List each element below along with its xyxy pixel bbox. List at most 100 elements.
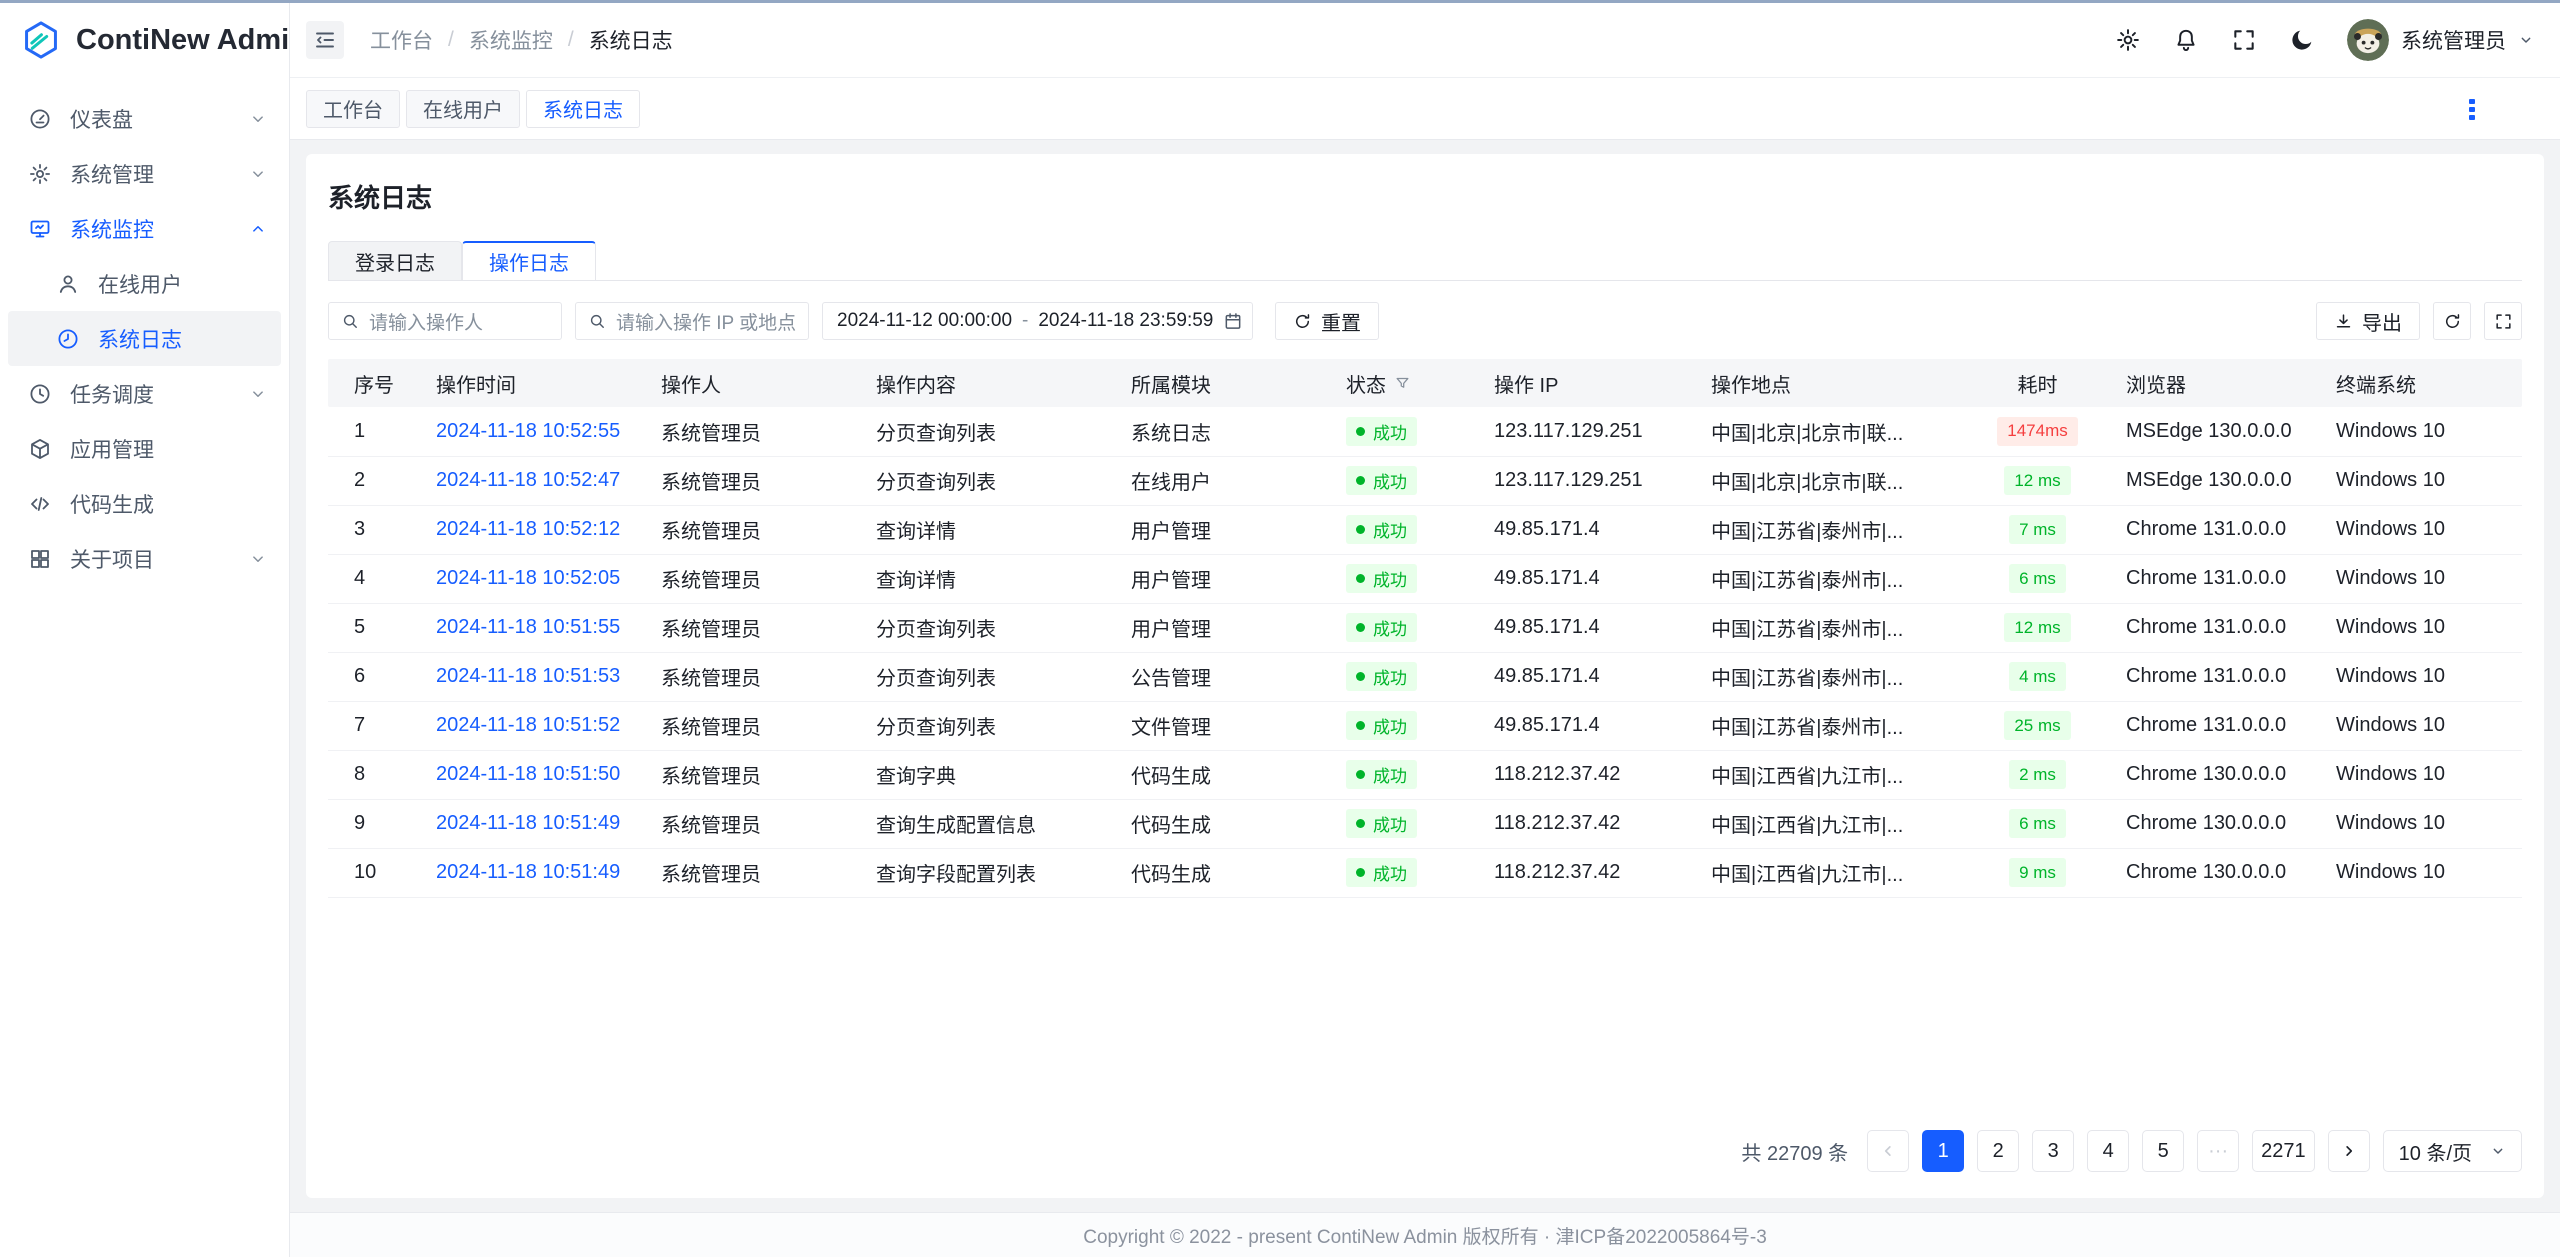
cell-ip: 49.85.171.4 — [1478, 603, 1695, 652]
date-range-picker[interactable]: 2024-11-12 00:00:00 - 2024-11-18 23:59:5… — [822, 302, 1253, 340]
page-size-value: 10 条/页 — [2399, 1137, 2472, 1166]
refresh-table-button[interactable] — [2433, 302, 2471, 340]
dark-mode-moon-icon[interactable] — [2289, 27, 2315, 53]
user-icon — [56, 272, 80, 296]
page-number-button[interactable]: 1 — [1922, 1130, 1964, 1172]
sidebar-item-about-project[interactable]: 关于项目 — [8, 531, 281, 586]
breadcrumb-item[interactable]: 工作台 — [370, 25, 433, 55]
duration-badge: 1474ms — [1997, 417, 2077, 446]
operator-search-input[interactable]: 请输入操作人 — [328, 302, 562, 340]
opened-tab[interactable]: 在线用户 — [406, 90, 520, 128]
next-page-button[interactable] — [2328, 1130, 2370, 1172]
status-badge: 成功 — [1346, 809, 1417, 838]
menu-fold-icon — [313, 28, 337, 52]
expand-icon — [2494, 312, 2513, 331]
pagination: 共 22709 条 12345 ··· 2271 10 条/页 — [328, 1104, 2522, 1180]
status-filter-funnel-icon[interactable] — [1394, 375, 1411, 392]
cell-operator: 系统管理员 — [645, 407, 860, 456]
log-tab[interactable]: 操作日志 — [462, 241, 596, 281]
time-link[interactable]: 2024-11-18 10:51:50 — [436, 763, 620, 785]
app-logo[interactable]: ContiNew Admin — [0, 3, 289, 77]
page-number-button[interactable]: 2 — [1977, 1130, 2019, 1172]
time-link[interactable]: 2024-11-18 10:51:52 — [436, 714, 620, 736]
cell-content: 查询生成配置信息 — [860, 799, 1115, 848]
table-fullscreen-button[interactable] — [2484, 302, 2522, 340]
log-tab[interactable]: 登录日志 — [328, 241, 462, 281]
cell-location: 中国|北京|北京市|联... — [1695, 456, 1965, 505]
cell-operator: 系统管理员 — [645, 603, 860, 652]
cell-ip: 49.85.171.4 — [1478, 652, 1695, 701]
duration-badge: 25 ms — [2004, 711, 2070, 740]
ip-search-input[interactable]: 请输入操作 IP 或地点 — [575, 302, 809, 340]
time-link[interactable]: 2024-11-18 10:51:55 — [436, 616, 620, 638]
notifications-bell-icon[interactable] — [2173, 27, 2199, 53]
sidebar-item-system-logs[interactable]: 系统日志 — [8, 311, 281, 366]
tabs-more-icon[interactable] — [2462, 96, 2482, 122]
status-dot — [1356, 770, 1365, 779]
fullscreen-icon[interactable] — [2231, 27, 2257, 53]
user-menu[interactable]: 系统管理员 — [2347, 19, 2534, 61]
page-number-button[interactable]: 3 — [2032, 1130, 2074, 1172]
cell-ip: 49.85.171.4 — [1478, 554, 1695, 603]
time-link[interactable]: 2024-11-18 10:52:55 — [436, 420, 620, 442]
sidebar-item-online-users[interactable]: 在线用户 — [8, 256, 281, 311]
reset-button[interactable]: 重置 — [1275, 302, 1379, 340]
cell-ip: 118.212.37.42 — [1478, 750, 1695, 799]
cell-browser: Chrome 131.0.0.0 — [2110, 701, 2320, 750]
time-link[interactable]: 2024-11-18 10:52:05 — [436, 567, 620, 589]
avatar — [2347, 19, 2389, 61]
cell-operator: 系统管理员 — [645, 505, 860, 554]
time-link[interactable]: 2024-11-18 10:51:53 — [436, 665, 620, 687]
pagination-total: 共 22709 条 — [1741, 1137, 1848, 1166]
time-link[interactable]: 2024-11-18 10:51:49 — [436, 812, 620, 834]
time-link[interactable]: 2024-11-18 10:51:49 — [436, 861, 620, 883]
page-number-button[interactable]: 5 — [2142, 1130, 2184, 1172]
cell-content: 查询详情 — [860, 554, 1115, 603]
page-size-select[interactable]: 10 条/页 — [2383, 1130, 2522, 1172]
table-row: 42024-11-18 10:52:05系统管理员查询详情用户管理成功49.85… — [328, 554, 2522, 603]
copyright-text: Copyright © 2022 - present ContiNew Admi… — [1083, 1222, 1767, 1249]
search-icon — [588, 312, 606, 330]
chevron-down-icon — [2490, 1143, 2506, 1159]
cell-module: 代码生成 — [1115, 848, 1330, 897]
page-number-button[interactable]: 2271 — [2252, 1130, 2315, 1172]
topbar: 工作台/系统监控/系统日志 — [290, 3, 2560, 77]
calendar-icon — [1223, 311, 1243, 331]
sidebar-item-task-scheduler[interactable]: 任务调度 — [8, 366, 281, 421]
sidebar-item-system-monitor[interactable]: 系统监控 — [8, 201, 281, 256]
column-header: 耗时 — [1965, 359, 2110, 407]
clock-icon — [28, 382, 52, 406]
opened-tab[interactable]: 工作台 — [306, 90, 400, 128]
time-link[interactable]: 2024-11-18 10:52:12 — [436, 518, 620, 540]
export-button[interactable]: 导出 — [2316, 302, 2420, 340]
breadcrumb-item[interactable]: 系统监控 — [469, 25, 553, 55]
gear-icon — [28, 162, 52, 186]
table-row: 22024-11-18 10:52:47系统管理员分页查询列表在线用户成功123… — [328, 456, 2522, 505]
sidebar-item-app-management[interactable]: 应用管理 — [8, 421, 281, 476]
cell-status: 成功 — [1330, 652, 1478, 701]
sidebar-item-label: 仪表盘 — [70, 104, 133, 134]
table-row: 82024-11-18 10:51:50系统管理员查询字典代码生成成功118.2… — [328, 750, 2522, 799]
chevron-left-icon — [1879, 1142, 1897, 1160]
page-ellipsis[interactable]: ··· — [2197, 1130, 2239, 1172]
cell-operator: 系统管理员 — [645, 848, 860, 897]
sidebar-collapse-button[interactable] — [306, 21, 344, 59]
duration-badge: 6 ms — [2009, 809, 2066, 838]
status-dot — [1356, 476, 1365, 485]
time-link[interactable]: 2024-11-18 10:52:47 — [436, 469, 620, 491]
prev-page-button[interactable] — [1867, 1130, 1909, 1172]
cell-operator: 系统管理员 — [645, 456, 860, 505]
cell-browser: Chrome 131.0.0.0 — [2110, 652, 2320, 701]
page-number-button[interactable]: 4 — [2087, 1130, 2129, 1172]
cell-module: 用户管理 — [1115, 603, 1330, 652]
cell-os: Windows 10 — [2320, 603, 2522, 652]
sidebar-item-dashboard[interactable]: 仪表盘 — [8, 91, 281, 146]
sidebar-item-label: 代码生成 — [70, 489, 154, 519]
opened-tab[interactable]: 系统日志 — [526, 90, 640, 128]
chevron-up-icon — [249, 220, 267, 238]
chevron-down-icon — [249, 385, 267, 403]
column-header: 所属模块 — [1115, 359, 1330, 407]
sidebar-item-system-management[interactable]: 系统管理 — [8, 146, 281, 201]
sidebar-item-code-generation[interactable]: 代码生成 — [8, 476, 281, 531]
settings-gear-icon[interactable] — [2115, 27, 2141, 53]
